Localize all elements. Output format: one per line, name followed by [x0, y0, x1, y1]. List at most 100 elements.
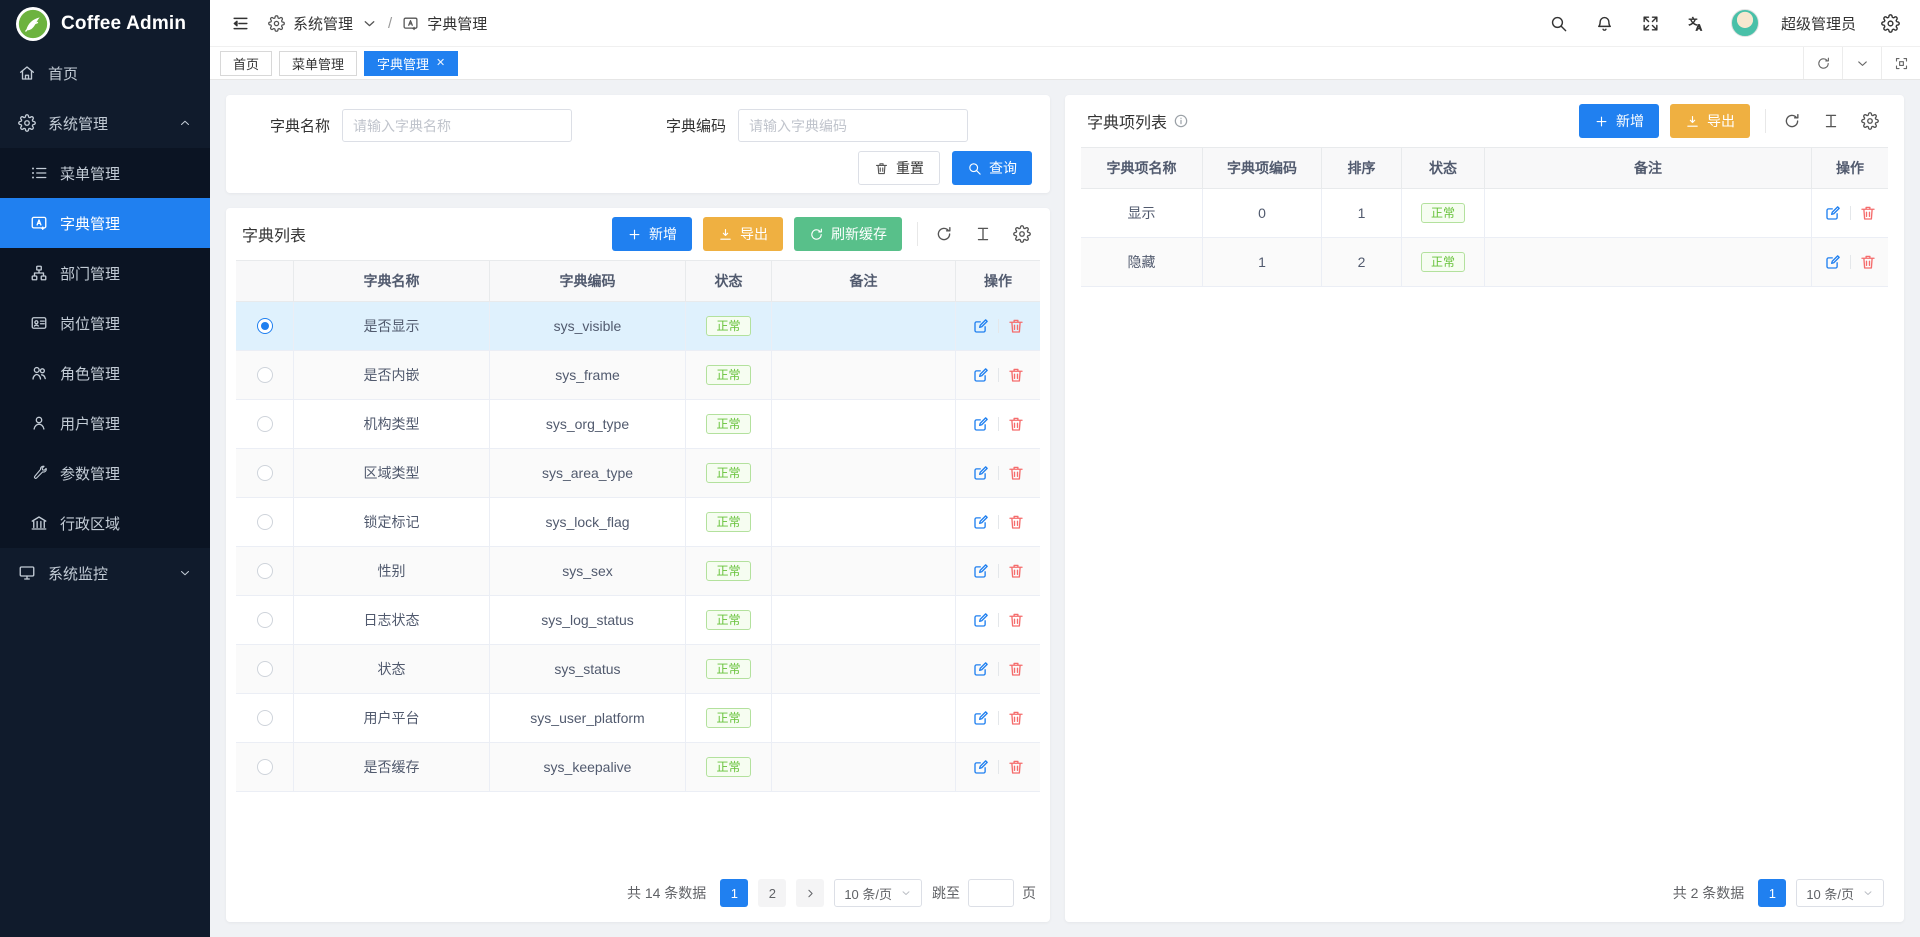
- row-radio-button[interactable]: [257, 514, 273, 530]
- reset-button[interactable]: 重置: [858, 151, 940, 185]
- sidebar-item-dept-mgmt[interactable]: 部门管理: [0, 248, 210, 298]
- row-radio-button[interactable]: [257, 759, 273, 775]
- row-radio-button[interactable]: [257, 563, 273, 579]
- row-radio-button[interactable]: [257, 416, 273, 432]
- dict-table-row[interactable]: 状态 sys_status 正常: [236, 645, 1040, 694]
- dict-table-row[interactable]: 是否显示 sys_visible 正常: [236, 302, 1040, 351]
- add-item-button[interactable]: 新增: [1579, 104, 1659, 138]
- delete-icon[interactable]: [1007, 709, 1025, 727]
- edit-icon[interactable]: [972, 317, 990, 335]
- delete-icon[interactable]: [1007, 611, 1025, 629]
- info-icon[interactable]: [1173, 113, 1189, 129]
- dict-table-row[interactable]: 是否缓存 sys_keepalive 正常: [236, 743, 1040, 792]
- sidebar-item-dict-mgmt[interactable]: 字典管理: [0, 198, 210, 248]
- tab-home[interactable]: 首页: [220, 51, 272, 76]
- collapse-sidebar-icon[interactable]: [228, 11, 252, 35]
- ops-cell: [1812, 238, 1888, 287]
- edit-icon[interactable]: [972, 758, 990, 776]
- add-dict-button[interactable]: 新增: [612, 217, 692, 251]
- sidebar-item-post-mgmt[interactable]: 岗位管理: [0, 298, 210, 348]
- search-icon[interactable]: [1547, 11, 1571, 35]
- row-radio-button[interactable]: [257, 318, 273, 334]
- refresh-page-icon[interactable]: [1803, 47, 1842, 79]
- export-item-button[interactable]: 导出: [1670, 104, 1750, 138]
- sidebar-item-home[interactable]: 首页: [0, 48, 210, 98]
- wrench-icon: [30, 464, 48, 482]
- avatar[interactable]: [1731, 9, 1759, 37]
- delete-icon[interactable]: [1007, 317, 1025, 335]
- sidebar-item-monitor[interactable]: 系统监控: [0, 548, 210, 598]
- dict-table-row[interactable]: 机构类型 sys_org_type 正常: [236, 400, 1040, 449]
- page-button-2[interactable]: 2: [758, 879, 786, 907]
- page-size-select[interactable]: 10 条/页: [834, 879, 922, 907]
- page-size-select[interactable]: 10 条/页: [1796, 879, 1884, 907]
- sidebar-item-role-mgmt[interactable]: 角色管理: [0, 348, 210, 398]
- edit-icon[interactable]: [972, 611, 990, 629]
- dict-table-row[interactable]: 区域类型 sys_area_type 正常: [236, 449, 1040, 498]
- refresh-cache-button[interactable]: 刷新缓存: [794, 217, 902, 251]
- sidebar-item-param-mgmt[interactable]: 参数管理: [0, 448, 210, 498]
- tab-close-icon[interactable]: ✕: [436, 58, 445, 69]
- edit-icon[interactable]: [972, 562, 990, 580]
- translate-icon[interactable]: 文A: [1685, 11, 1709, 35]
- delete-icon[interactable]: [1007, 464, 1025, 482]
- chevron-down-icon: [361, 15, 378, 32]
- edit-icon[interactable]: [972, 415, 990, 433]
- item-table-row[interactable]: 显示 0 1 正常: [1081, 189, 1888, 238]
- sidebar-item-system[interactable]: 系统管理: [0, 98, 210, 148]
- delete-icon[interactable]: [1859, 204, 1877, 222]
- page-button-1[interactable]: 1: [1758, 879, 1786, 907]
- settings-gear-icon[interactable]: [1878, 11, 1902, 35]
- sidebar-item-user-mgmt[interactable]: 用户管理: [0, 398, 210, 448]
- edit-icon[interactable]: [972, 366, 990, 384]
- row-radio-button[interactable]: [257, 465, 273, 481]
- dict-table-row[interactable]: 日志状态 sys_log_status 正常: [236, 596, 1040, 645]
- table-settings-gear-icon[interactable]: [1010, 222, 1034, 246]
- query-button[interactable]: 查询: [952, 151, 1032, 185]
- dict-table-row[interactable]: 锁定标记 sys_lock_flag 正常: [236, 498, 1040, 547]
- page-button-1[interactable]: 1: [720, 879, 748, 907]
- edit-icon[interactable]: [1824, 204, 1842, 222]
- delete-icon[interactable]: [1007, 415, 1025, 433]
- sidebar-item-region[interactable]: 行政区域: [0, 498, 210, 548]
- tab-dict-mgmt[interactable]: 字典管理 ✕: [364, 51, 458, 76]
- username[interactable]: 超级管理员: [1781, 13, 1856, 34]
- breadcrumb-section[interactable]: 系统管理: [293, 13, 353, 34]
- dict-table-row[interactable]: 用户平台 sys_user_platform 正常: [236, 694, 1040, 743]
- edit-icon[interactable]: [972, 660, 990, 678]
- maximize-icon[interactable]: [1881, 47, 1920, 79]
- item-table-row[interactable]: 隐藏 1 2 正常: [1081, 238, 1888, 287]
- row-radio-button[interactable]: [257, 710, 273, 726]
- density-icon[interactable]: [971, 222, 995, 246]
- dict-code-input[interactable]: [738, 109, 968, 142]
- delete-icon[interactable]: [1007, 513, 1025, 531]
- chevron-down-icon[interactable]: [1842, 47, 1881, 79]
- dict-table-row[interactable]: 性别 sys_sex 正常: [236, 547, 1040, 596]
- reload-table-icon[interactable]: [932, 222, 956, 246]
- delete-icon[interactable]: [1007, 366, 1025, 384]
- reload-table-icon[interactable]: [1780, 109, 1804, 133]
- row-radio-button[interactable]: [257, 612, 273, 628]
- export-dict-button[interactable]: 导出: [703, 217, 783, 251]
- delete-icon[interactable]: [1007, 562, 1025, 580]
- dict-table-row[interactable]: 是否内嵌 sys_frame 正常: [236, 351, 1040, 400]
- row-radio-button[interactable]: [257, 367, 273, 383]
- delete-icon[interactable]: [1007, 758, 1025, 776]
- next-page-button[interactable]: [796, 879, 824, 907]
- delete-icon[interactable]: [1859, 253, 1877, 271]
- edit-icon[interactable]: [1824, 253, 1842, 271]
- fullscreen-icon[interactable]: [1639, 11, 1663, 35]
- density-icon[interactable]: [1819, 109, 1843, 133]
- row-radio-button[interactable]: [257, 661, 273, 677]
- delete-icon[interactable]: [1007, 660, 1025, 678]
- edit-icon[interactable]: [972, 513, 990, 531]
- tab-menu-mgmt[interactable]: 菜单管理: [279, 51, 357, 76]
- jump-page-input[interactable]: [968, 879, 1014, 907]
- notification-bell-icon[interactable]: [1593, 11, 1617, 35]
- table-settings-gear-icon[interactable]: [1858, 109, 1882, 133]
- sidebar-item-menu-mgmt[interactable]: 菜单管理: [0, 148, 210, 198]
- edit-icon[interactable]: [972, 709, 990, 727]
- edit-icon[interactable]: [972, 464, 990, 482]
- chevron-down-icon: [1862, 887, 1874, 899]
- dict-name-input[interactable]: [342, 109, 572, 142]
